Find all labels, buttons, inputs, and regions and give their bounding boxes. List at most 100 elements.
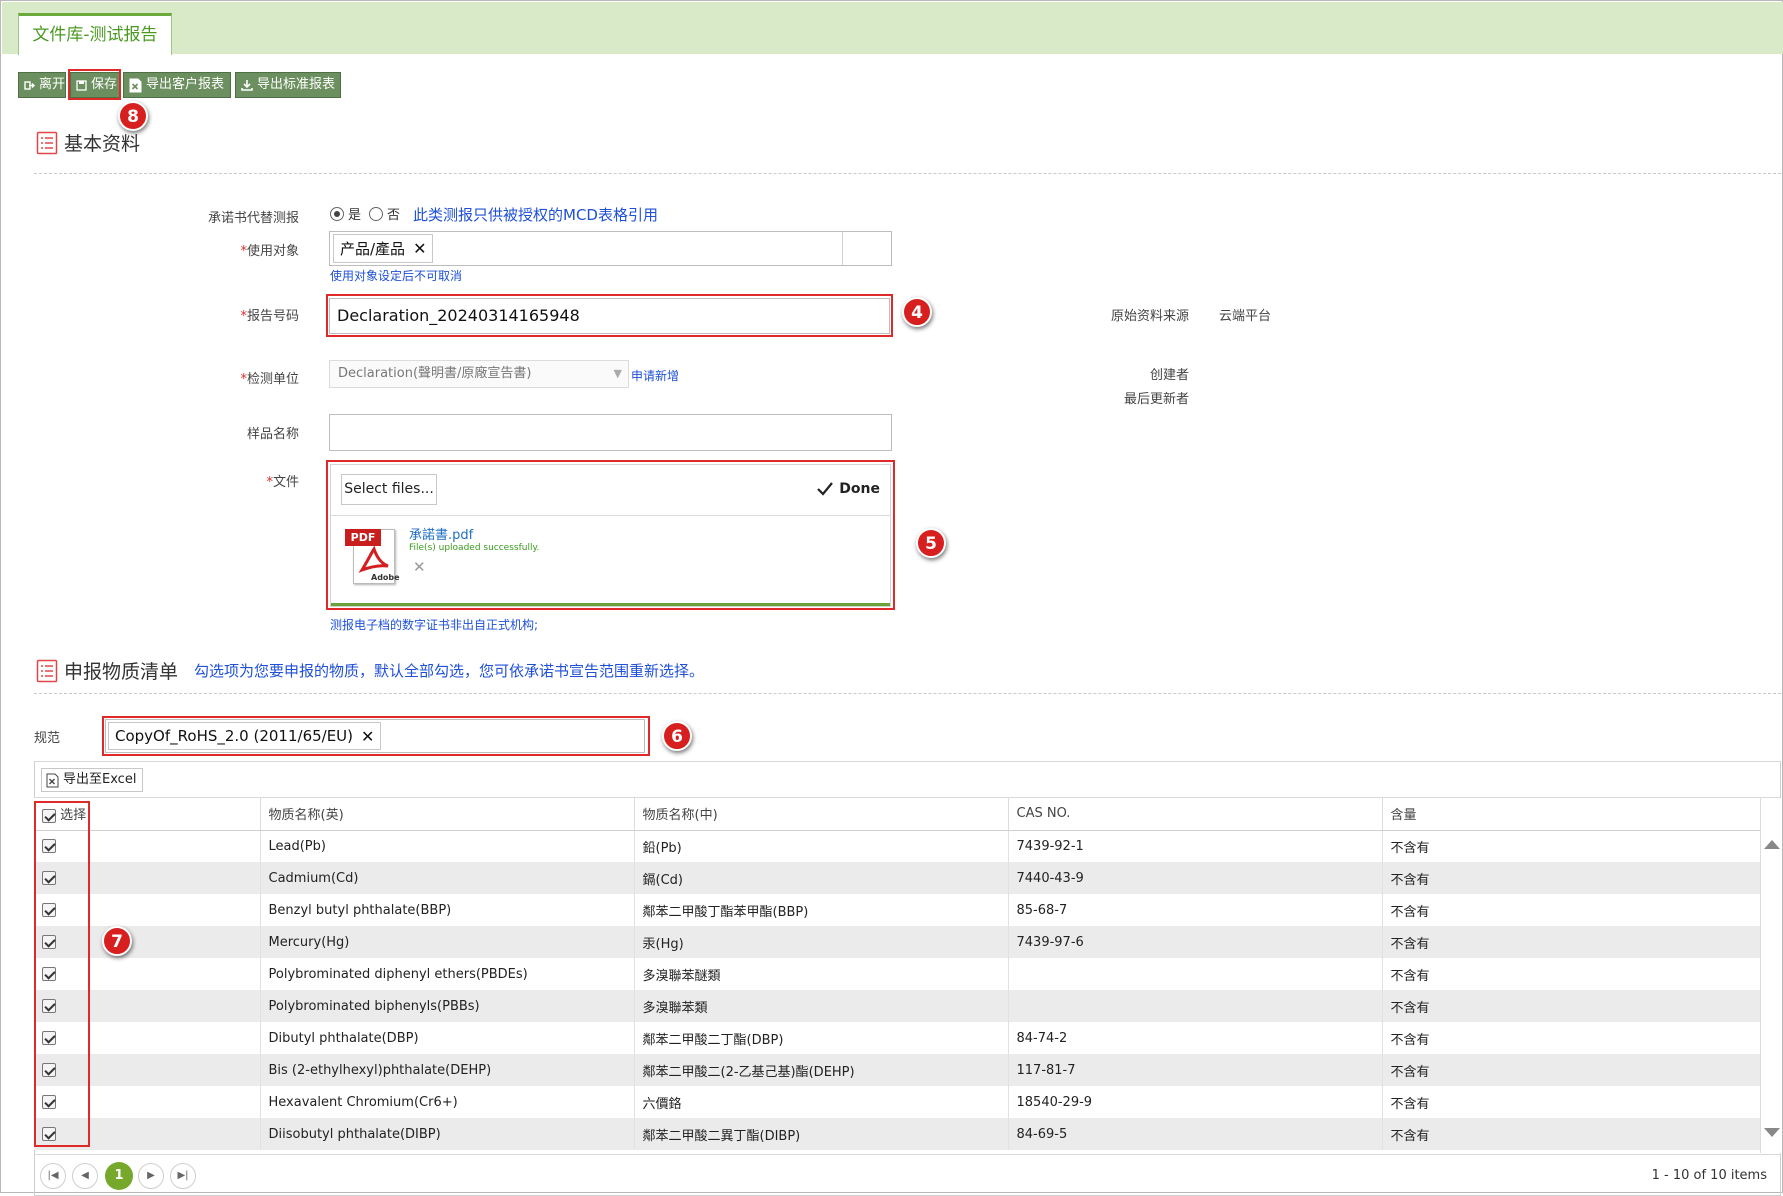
cell-content: 不含有 — [1381, 1086, 1760, 1118]
target-divider — [842, 232, 843, 265]
file-label: *文件 — [266, 475, 299, 490]
cell-name-en: Lead(Pb) — [259, 830, 634, 862]
sample-input[interactable] — [329, 414, 892, 451]
cell-cas: 18540-29-9 — [1007, 1086, 1382, 1118]
list-icon — [36, 659, 58, 682]
table-header-row: 选择 物质名称(英) 物质名称(中) CAS NO. 含量 — [34, 798, 1760, 831]
export-customer-report-button[interactable]: 导出客户报表 — [123, 72, 231, 98]
lab-select[interactable]: Declaration(聲明書/原廠宣告書) ▼ — [329, 360, 629, 388]
creator-label: 创建者 — [1149, 368, 1189, 383]
annotation-marker-5: 5 — [916, 528, 946, 558]
table-row: Bis (2-ethylhexyl)phthalate(DEHP) 鄰苯二甲酸二… — [34, 1054, 1760, 1086]
cell-cas: 117-81-7 — [1007, 1054, 1382, 1086]
regulation-highlight — [102, 716, 650, 756]
lab-label: *检测单位 — [240, 372, 299, 387]
exit-icon — [24, 80, 35, 90]
first-page-icon[interactable]: |◀ — [40, 1163, 66, 1189]
tab-document-library[interactable]: 文件库-测试报告 — [18, 13, 172, 55]
list-icon — [36, 131, 58, 154]
table-row: Dibutyl phthalate(DBP) 鄰苯二甲酸二丁酯(DBP) 84-… — [34, 1022, 1760, 1054]
table-row: Benzyl butyl phthalate(BBP) 鄰苯二甲酸丁酯苯甲酯(B… — [34, 894, 1760, 926]
basic-info-title: 基本资料 — [64, 133, 141, 155]
cell-content: 不含有 — [1381, 958, 1760, 990]
cell-name-en: Polybrominated diphenyl ethers(PBDEs) — [259, 958, 634, 990]
section-divider — [34, 693, 1781, 694]
last-page-icon[interactable]: ▶| — [170, 1163, 196, 1189]
save-highlight — [68, 69, 121, 100]
current-page-button[interactable]: 1 — [105, 1162, 133, 1190]
substances-title: 申报物质清单 — [64, 661, 179, 683]
cell-name-en: Dibutyl phthalate(DBP) — [259, 1022, 634, 1054]
target-chip-label: 产品/產品 — [340, 240, 406, 258]
radio-no[interactable] — [369, 206, 384, 221]
column-header-name-zh[interactable]: 物质名称(中) — [633, 798, 1008, 831]
cell-name-zh: 多溴聯苯醚類 — [633, 958, 1008, 990]
file-note: 测报电子档的数字证书非出自正式机构; — [330, 618, 539, 632]
app-window: 文件库-测试报告 离开 保存 导出客户报表 导出标准报表 8 基本资料 承诺书代… — [0, 0, 1783, 1196]
export-standard-report-button[interactable]: 导出标准报表 — [235, 72, 341, 98]
commitment-note: 此类测报只供被授权的MCD表格引用 — [413, 206, 658, 224]
table-row: Cadmium(Cd) 鎘(Cd) 7440-43-9 不含有 — [34, 862, 1760, 894]
table-row: Hexavalent Chromium(Cr6+) 六價鉻 18540-29-9… — [34, 1086, 1760, 1118]
cell-cas — [1007, 990, 1382, 1022]
cell-name-zh: 鎘(Cd) — [633, 862, 1008, 894]
substances-heading: 申报物质清单 勾选项为您要申报的物质，默认全部勾选，您可依承诺书宣告范围重新选择… — [36, 657, 704, 684]
apply-new-lab-link[interactable]: 申请新增 — [631, 367, 679, 384]
substances-hint: 勾选项为您要申报的物质，默认全部勾选，您可依承诺书宣告范围重新选择。 — [194, 662, 705, 680]
cell-name-en: Diisobutyl phthalate(DIBP) — [259, 1118, 634, 1150]
radio-yes-label: 是 — [348, 208, 362, 223]
table-row: Diisobutyl phthalate(DIBP) 鄰苯二甲酸二異丁酯(DIB… — [34, 1118, 1760, 1150]
cell-name-zh: 鄰苯二甲酸二異丁酯(DIBP) — [633, 1118, 1008, 1150]
grid-scrollbar[interactable] — [1760, 798, 1781, 1153]
column-header-content[interactable]: 含量 — [1381, 798, 1760, 831]
cell-name-en: Benzyl butyl phthalate(BBP) — [259, 894, 634, 926]
export-customer-label: 导出客户报表 — [146, 77, 225, 92]
annotation-marker-6: 6 — [662, 721, 692, 751]
cell-cas: 85-68-7 — [1007, 894, 1382, 926]
section-divider — [34, 173, 1781, 174]
cell-name-zh: 鄰苯二甲酸二丁酯(DBP) — [633, 1022, 1008, 1054]
radio-yes[interactable] — [330, 206, 344, 221]
cell-content: 不含有 — [1381, 1054, 1760, 1086]
commitment-radio-group: 是 否 — [330, 204, 400, 223]
next-page-icon[interactable]: ▶ — [138, 1163, 164, 1189]
target-note: 使用对象设定后不可取消 — [330, 269, 463, 283]
cell-name-en: Cadmium(Cd) — [259, 862, 634, 894]
target-chip[interactable]: 产品/產品 ✕ — [333, 234, 434, 263]
cell-cas: 84-74-2 — [1007, 1022, 1382, 1054]
column-header-name-en[interactable]: 物质名称(英) — [259, 798, 634, 831]
column-header-cas[interactable]: CAS NO. — [1007, 798, 1382, 831]
table-row: Polybrominated diphenyl ethers(PBDEs) 多溴… — [34, 958, 1760, 990]
grid-pager: |◀ ◀ 1 ▶ ▶| 1 - 10 of 10 items — [34, 1154, 1781, 1194]
download-icon — [241, 80, 253, 91]
file-upload-highlight — [326, 460, 895, 610]
updater-label: 最后更新者 — [1123, 392, 1189, 407]
cell-content: 不含有 — [1381, 894, 1760, 926]
substance-table: 选择 物质名称(英) 物质名称(中) CAS NO. 含量 Lead(Pb) 鉛… — [34, 798, 1760, 1150]
pager-summary: 1 - 10 of 10 items — [1651, 1168, 1767, 1183]
table-row: Lead(Pb) 鉛(Pb) 7439-92-1 不含有 — [34, 830, 1760, 862]
annotation-marker-4: 4 — [902, 297, 932, 327]
cell-name-zh: 六價鉻 — [633, 1086, 1008, 1118]
cell-content: 不含有 — [1381, 1022, 1760, 1054]
scroll-down-icon[interactable] — [1764, 1128, 1780, 1137]
table-row: Polybrominated biphenyls(PBBs) 多溴聯苯類 不含有 — [34, 990, 1760, 1022]
target-label: *使用对象 — [240, 244, 299, 259]
cell-content: 不含有 — [1381, 990, 1760, 1022]
cell-content: 不含有 — [1381, 830, 1760, 862]
cell-cas: 7439-92-1 — [1007, 830, 1382, 862]
prev-page-icon[interactable]: ◀ — [72, 1163, 98, 1189]
cell-name-zh: 汞(Hg) — [633, 926, 1008, 958]
cell-name-zh: 鄰苯二甲酸二(2-乙基己基)酯(DEHP) — [633, 1054, 1008, 1086]
scroll-up-icon[interactable] — [1764, 840, 1780, 849]
tab-bar — [2, 2, 1783, 54]
sample-label: 样品名称 — [246, 427, 299, 442]
cell-name-zh: 多溴聯苯類 — [633, 990, 1008, 1022]
cell-cas — [1007, 958, 1382, 990]
remove-chip-icon[interactable]: ✕ — [413, 239, 426, 258]
leave-button[interactable]: 离开 — [18, 72, 66, 98]
commitment-label: 承诺书代替测报 — [207, 211, 299, 226]
source-label: 原始资料来源 — [1110, 309, 1189, 324]
regulation-label: 规范 — [34, 731, 61, 746]
checkbox-column-highlight — [34, 801, 90, 1147]
